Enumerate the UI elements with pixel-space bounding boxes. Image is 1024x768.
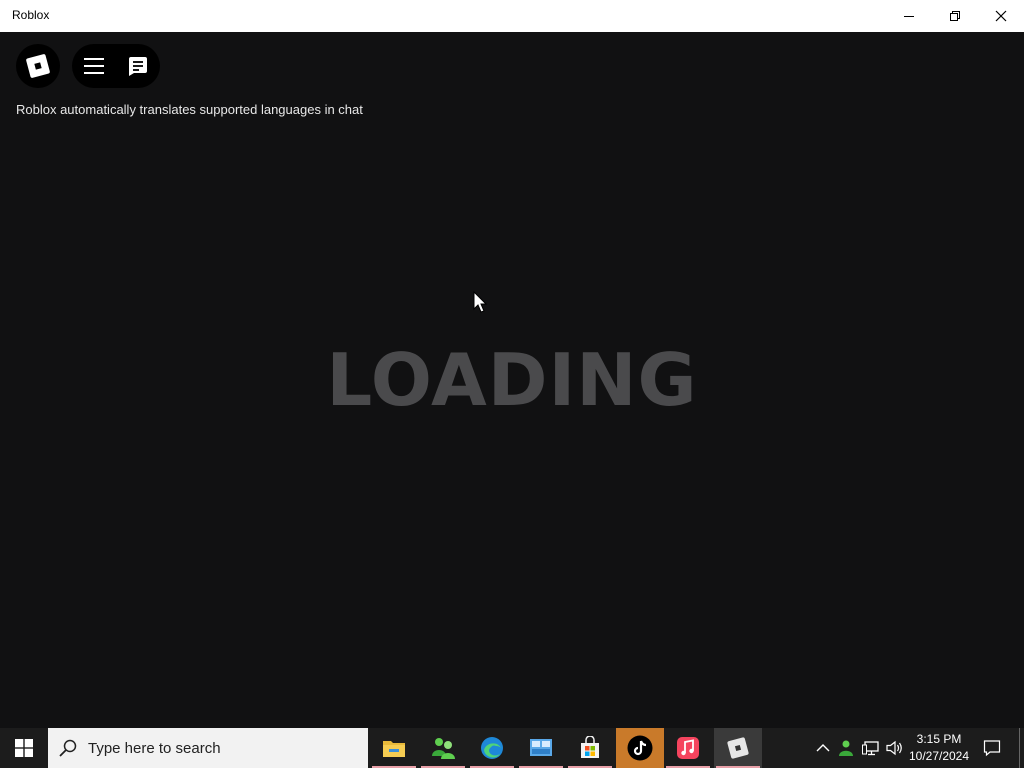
taskbar-control-panel[interactable] (517, 728, 565, 768)
start-button[interactable] (0, 728, 48, 768)
search-icon (59, 739, 77, 757)
tray-user-status[interactable] (836, 728, 856, 768)
game-viewport[interactable]: Roblox automatically translates supporte… (0, 32, 1024, 728)
tray-overflow-button[interactable] (812, 728, 834, 768)
mouse-cursor-icon (473, 291, 488, 313)
taskbar-tiktok[interactable] (616, 728, 664, 768)
tiktok-icon (627, 735, 653, 761)
volume-icon (886, 740, 902, 756)
roblox-menu-button[interactable] (16, 44, 60, 88)
apple-music-icon (677, 737, 699, 759)
tray-volume[interactable] (884, 728, 906, 768)
hamburger-menu-icon (84, 58, 104, 74)
file-explorer-icon (383, 741, 405, 757)
edge-browser-icon (481, 737, 503, 759)
close-icon (995, 10, 1007, 22)
roblox-logo-icon (26, 54, 50, 78)
taskbar-file-explorer[interactable] (370, 728, 418, 768)
chevron-up-icon (816, 744, 830, 752)
clock-date: 10/27/2024 (908, 749, 970, 763)
translation-notice: Roblox automatically translates supporte… (16, 102, 363, 117)
roblox-taskbar-icon (727, 737, 749, 759)
taskbar-roblox[interactable] (714, 728, 762, 768)
tray-network[interactable] (860, 728, 882, 768)
chat-button[interactable] (116, 44, 160, 88)
windows-start-icon (15, 739, 33, 757)
window-title: Roblox (12, 8, 50, 22)
restore-icon (950, 11, 960, 21)
action-center-icon (983, 740, 1001, 757)
taskbar-people-app[interactable] (419, 728, 467, 768)
loading-text: LOADING (326, 338, 698, 422)
hamburger-menu-button[interactable] (72, 44, 116, 88)
clock-time: 3:15 PM (916, 732, 962, 746)
network-icon (862, 741, 879, 756)
topbar-controls (72, 44, 160, 88)
people-app-icon (432, 738, 455, 759)
window-title-bar: Roblox (0, 0, 1024, 32)
user-status-icon (839, 740, 853, 756)
taskbar-clock[interactable]: 3:15 PM 10/27/2024 (904, 731, 974, 765)
taskbar-edge[interactable] (468, 728, 516, 768)
microsoft-store-icon (581, 736, 599, 758)
search-placeholder: Type here to search (88, 740, 221, 757)
restore-button[interactable] (932, 0, 978, 32)
minimize-icon (904, 16, 914, 17)
minimize-button[interactable] (886, 0, 932, 32)
chat-icon (129, 57, 147, 76)
action-center-button[interactable] (974, 728, 1010, 768)
taskbar: Type here to search 3:15 PM 10/27/2024 (0, 728, 1024, 768)
show-desktop-button[interactable] (1019, 728, 1024, 768)
close-button[interactable] (978, 0, 1024, 32)
taskbar-apple-music[interactable] (664, 728, 712, 768)
taskbar-search-box[interactable]: Type here to search (48, 728, 368, 768)
taskbar-microsoft-store[interactable] (566, 728, 614, 768)
control-panel-icon (530, 739, 552, 756)
